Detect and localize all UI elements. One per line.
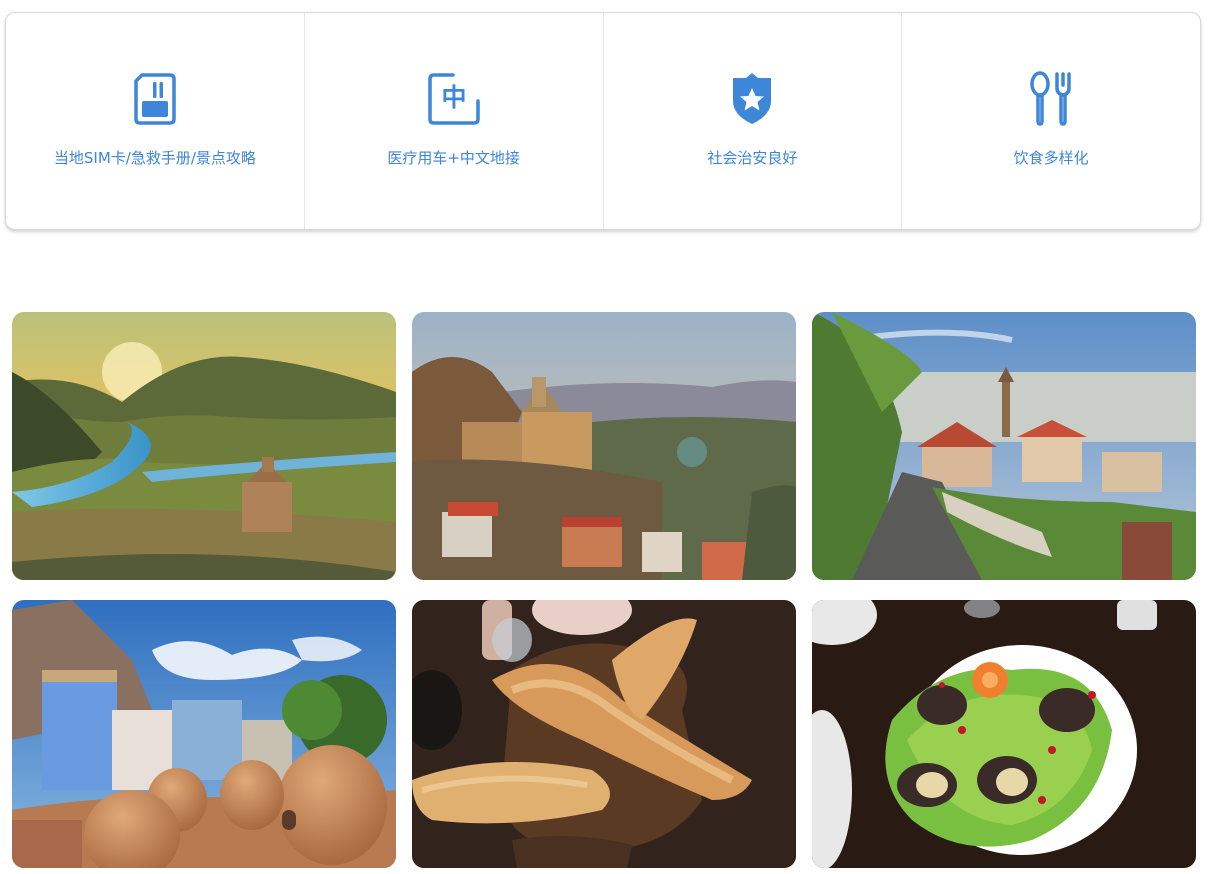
- eggplant-rolls-salad-photo[interactable]: [812, 600, 1196, 868]
- feature-diverse-food[interactable]: 饮食多样化: [902, 13, 1200, 229]
- spoon-fork-icon: [1023, 71, 1079, 127]
- feature-chinese-guide[interactable]: 中 医疗用车+中文地接: [305, 13, 604, 229]
- feature-strip: 当地SIM卡/急救手册/景点攻略 中 医疗用车+中文地接 社会治安良好 饮食多样…: [5, 12, 1201, 230]
- feature-label: 饮食多样化: [1013, 149, 1089, 167]
- sim-card-icon: [127, 71, 183, 127]
- svg-text:中: 中: [441, 83, 466, 112]
- hillside-village-street-photo[interactable]: [812, 312, 1196, 580]
- feature-label: 医疗用车+中文地接: [387, 149, 520, 167]
- feature-label: 当地SIM卡/急救手册/景点攻略: [53, 149, 256, 167]
- feature-label: 社会治安良好: [707, 149, 798, 167]
- feature-sim-card[interactable]: 当地SIM卡/急救手册/景点攻略: [6, 13, 305, 229]
- old-town-fortress-photo[interactable]: [412, 312, 796, 580]
- feature-public-safety[interactable]: 社会治安良好: [604, 13, 903, 229]
- sulfur-baths-domes-photo[interactable]: [12, 600, 396, 868]
- photo-gallery: [12, 312, 1196, 868]
- mountain-river-monastery-photo[interactable]: [12, 312, 396, 580]
- bread-basket-photo[interactable]: [412, 600, 796, 868]
- chinese-character-icon: 中: [426, 71, 482, 127]
- shield-star-icon: [724, 71, 780, 127]
